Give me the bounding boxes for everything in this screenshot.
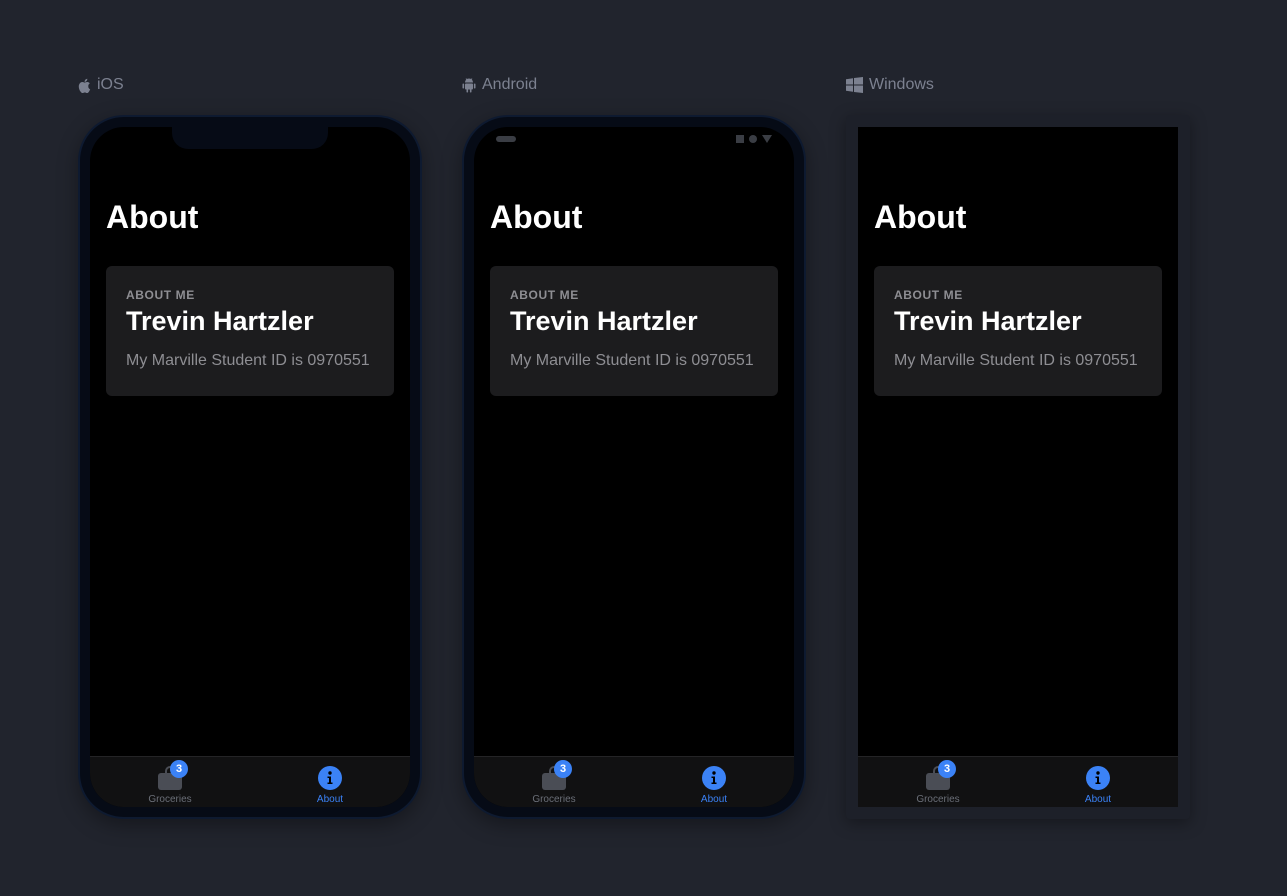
signal-icon [736, 135, 744, 143]
platform-label-windows: Windows [846, 74, 934, 96]
windows-icon [846, 77, 863, 93]
platform-name: Windows [869, 76, 934, 93]
card-name: Trevin Hartzler [126, 306, 314, 336]
tab-badge: 3 [554, 760, 572, 778]
tab-groceries[interactable]: 3 Groceries [858, 757, 1018, 807]
android-icon [462, 77, 476, 93]
android-device-frame: About ABOUT ME Trevin Hartzler My Marvil… [462, 115, 806, 819]
card-description: My Marville Student ID is 0970551 [510, 352, 754, 369]
info-icon [701, 765, 727, 791]
tab-label: Groceries [916, 794, 960, 805]
shopping-bag-icon: 3 [925, 760, 956, 791]
tab-bar: 3 Groceries About [474, 756, 794, 807]
camera-pill-icon [496, 136, 516, 142]
ios-screen: About ABOUT ME Trevin Hartzler My Marvil… [90, 127, 410, 807]
tab-label: About [700, 794, 728, 805]
apple-icon [78, 78, 91, 93]
card-section-label: ABOUT ME [510, 288, 579, 302]
battery-icon [762, 135, 772, 143]
android-screen: About ABOUT ME Trevin Hartzler My Marvil… [474, 127, 794, 807]
windows-window-frame: About ABOUT ME Trevin Hartzler My Marvil… [846, 115, 1190, 819]
info-icon [317, 765, 343, 791]
tab-about[interactable]: About [634, 757, 794, 807]
card-description: My Marville Student ID is 0970551 [126, 352, 370, 369]
tab-groceries[interactable]: 3 Groceries [474, 757, 634, 807]
tab-label: About [316, 794, 344, 805]
about-card: ABOUT ME Trevin Hartzler My Marville Stu… [106, 266, 394, 396]
platform-label-ios: iOS [78, 74, 124, 96]
card-name: Trevin Hartzler [894, 306, 1082, 336]
platform-name: Android [482, 76, 538, 93]
page-title: About [490, 199, 583, 235]
about-card: ABOUT ME Trevin Hartzler My Marville Stu… [874, 266, 1162, 396]
shopping-bag-icon: 3 [541, 760, 572, 791]
ios-device-frame: About ABOUT ME Trevin Hartzler My Marvil… [78, 115, 422, 819]
tab-groceries[interactable]: 3 Groceries [90, 757, 250, 807]
shopping-bag-icon: 3 [157, 760, 188, 791]
card-section-label: ABOUT ME [126, 288, 195, 302]
tab-bar: 3 Groceries About [858, 756, 1178, 807]
tab-badge: 3 [938, 760, 956, 778]
tab-badge: 3 [170, 760, 188, 778]
tab-label: Groceries [532, 794, 576, 805]
card-name: Trevin Hartzler [510, 306, 698, 336]
tab-label: Groceries [148, 794, 192, 805]
about-card: ABOUT ME Trevin Hartzler My Marville Stu… [490, 266, 778, 396]
card-description: My Marville Student ID is 0970551 [894, 352, 1138, 369]
android-status-bar [496, 135, 772, 145]
platform-name: iOS [97, 76, 124, 93]
info-icon [1085, 765, 1111, 791]
tab-about[interactable]: About [250, 757, 410, 807]
tab-about[interactable]: About [1018, 757, 1178, 807]
page-title: About [874, 199, 967, 235]
tab-bar: 3 Groceries About [90, 756, 410, 807]
wifi-icon [749, 135, 757, 143]
windows-screen: About ABOUT ME Trevin Hartzler My Marvil… [858, 127, 1178, 807]
ios-notch [172, 127, 328, 149]
tab-label: About [1084, 794, 1112, 805]
page-title: About [106, 199, 199, 235]
platform-label-android: Android [462, 74, 537, 96]
card-section-label: ABOUT ME [894, 288, 963, 302]
